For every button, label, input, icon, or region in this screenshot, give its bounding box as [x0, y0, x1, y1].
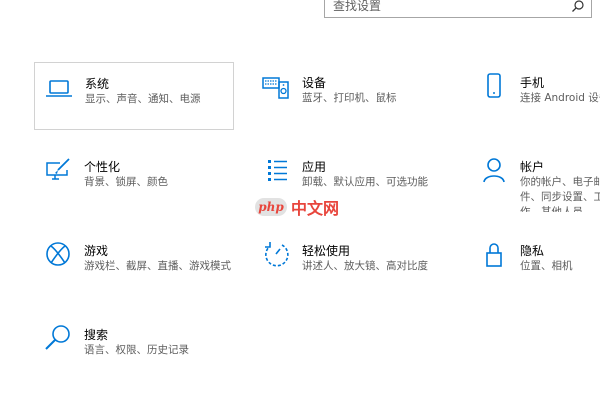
tile-title: 搜索 — [84, 328, 109, 342]
tile-description: 语言、权限、历史记录 — [84, 344, 189, 356]
tile-description: 蓝牙、打印机、鼠标 — [302, 92, 397, 104]
watermark-logo: php — [255, 198, 287, 216]
devices-icon — [260, 70, 292, 102]
person-icon — [478, 154, 510, 186]
tile-title: 帐户 — [520, 160, 545, 174]
ease-of-access-icon — [260, 238, 292, 270]
tile-description: 背景、锁屏、颜色 — [84, 176, 168, 188]
settings-tile-personalization[interactable]: 个性化 背景、锁屏、颜色 — [34, 146, 234, 212]
tile-title: 隐私 — [520, 244, 545, 258]
settings-tile-accounts[interactable]: 帐户 你的帐户、电子邮件、同步设置、工作、其他人员 — [470, 146, 600, 212]
tile-description: 位置、相机 — [520, 260, 573, 272]
tile-description: 你的帐户、电子邮件、同步设置、工作、其他人员 — [520, 176, 600, 212]
tile-title: 手机 — [520, 76, 545, 90]
settings-tile-ease-of-access[interactable]: 轻松使用 讲述人、放大镜、高对比度 — [252, 230, 452, 296]
paintbrush-monitor-icon — [42, 154, 74, 186]
tile-title: 设备 — [302, 76, 327, 90]
tile-title: 游戏 — [84, 244, 109, 258]
settings-tile-phone[interactable]: 手机 连接 Android 设备和 iPhone — [470, 62, 600, 128]
search-icon — [42, 322, 74, 354]
search-icon[interactable] — [571, 0, 585, 13]
watermark-text: 中文网 — [291, 199, 340, 218]
laptop-icon — [43, 71, 75, 103]
settings-tile-system[interactable]: 系统 显示、声音、通知、电源 — [34, 62, 234, 130]
settings-tile-gaming[interactable]: 游戏 游戏栏、截屏、直播、游戏模式 — [34, 230, 234, 296]
tile-description: 连接 Android 设备和 iPhone — [520, 92, 600, 104]
xbox-icon — [42, 238, 74, 270]
settings-tile-privacy[interactable]: 隐私 位置、相机 — [470, 230, 600, 296]
tile-title: 个性化 — [84, 160, 121, 174]
settings-tile-search[interactable]: 搜索 语言、权限、历史记录 — [34, 314, 234, 380]
apps-list-icon — [260, 154, 292, 186]
tile-title: 系统 — [85, 77, 110, 91]
lock-icon — [478, 238, 510, 270]
tile-description: 卸载、默认应用、可选功能 — [302, 176, 428, 188]
tile-title: 应用 — [302, 160, 327, 174]
search-input[interactable] — [325, 0, 569, 17]
settings-tile-devices[interactable]: 设备 蓝牙、打印机、鼠标 — [252, 62, 452, 128]
tile-description: 讲述人、放大镜、高对比度 — [302, 260, 428, 272]
tile-description: 显示、声音、通知、电源 — [85, 93, 201, 105]
phone-icon — [478, 70, 510, 102]
tile-description: 游戏栏、截屏、直播、游戏模式 — [84, 260, 231, 272]
tile-title: 轻松使用 — [302, 244, 351, 258]
watermark: php 中文网 — [255, 196, 339, 218]
search-box[interactable] — [324, 0, 592, 18]
